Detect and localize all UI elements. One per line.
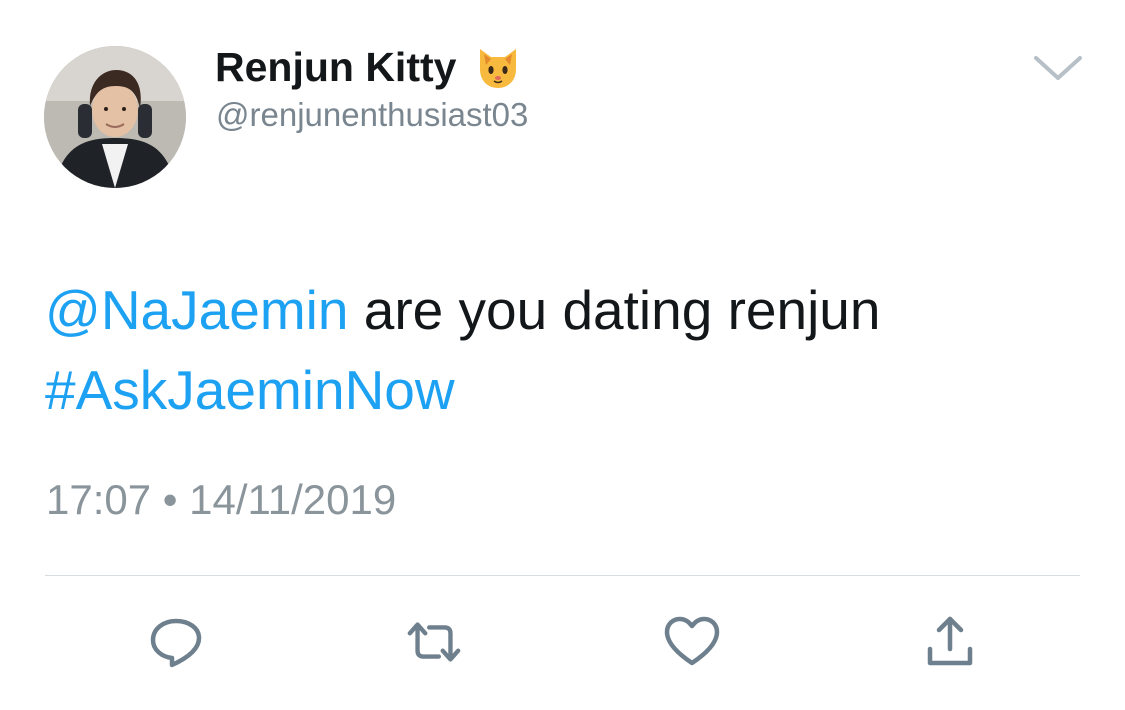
like-button[interactable]: [662, 612, 722, 672]
chevron-down-icon[interactable]: [1032, 52, 1084, 84]
author-handle[interactable]: @renjunenthusiast03: [216, 93, 528, 137]
heart-icon: [664, 616, 720, 666]
reply-icon: [150, 618, 202, 668]
cat-face-emoji-icon: [474, 43, 522, 91]
share-icon: [927, 616, 973, 666]
mention-link[interactable]: @NaJaemin: [45, 279, 348, 341]
tweet-body-text: are you dating renjun: [348, 279, 881, 341]
tweet-text: @NaJaemin are you dating renjun #AskJaem…: [45, 270, 1085, 430]
divider: [45, 575, 1080, 576]
hashtag-link[interactable]: #AskJaeminNow: [45, 359, 455, 421]
reply-button[interactable]: [146, 612, 206, 672]
retweet-button[interactable]: [404, 612, 464, 672]
author-display-name-row[interactable]: Renjun Kitty: [215, 41, 522, 93]
share-button[interactable]: [920, 612, 980, 672]
tweet-timestamp[interactable]: 17:07 • 14/11/2019: [46, 474, 396, 526]
bottom-edge: [0, 706, 1125, 710]
retweet-icon: [407, 622, 461, 662]
author-display-name[interactable]: Renjun Kitty: [215, 41, 456, 93]
avatar-image: [44, 46, 186, 188]
avatar[interactable]: [44, 46, 186, 188]
